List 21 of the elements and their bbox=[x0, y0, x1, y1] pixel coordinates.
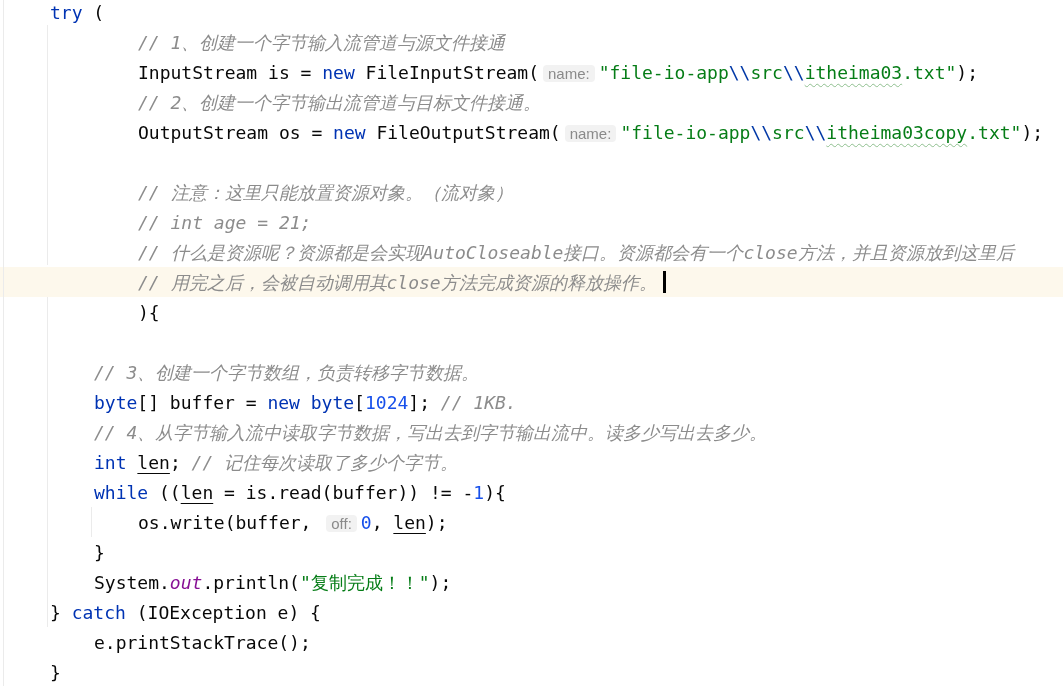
code-line: // 3、创建一个字节数组，负责转移字节数据。 bbox=[94, 360, 480, 385]
code-line: } bbox=[94, 540, 105, 565]
code-line: // 用完之后，会被自动调用其close方法完成资源的释放操作。 bbox=[138, 270, 657, 295]
code-line: } bbox=[50, 660, 61, 685]
code-line: try ( bbox=[50, 0, 105, 25]
code-line: byte[] buffer = new byte[1024]; // 1KB. bbox=[94, 390, 517, 415]
code-line: // 什么是资源呢？资源都是会实现AutoCloseable接口。资源都会有一个close方法，并且资源放到这里后 bbox=[138, 240, 1014, 265]
code-line: // 1、创建一个字节输入流管道与源文件接通 bbox=[138, 30, 506, 55]
code-line: os.write(buffer, off: 0, len); bbox=[138, 510, 448, 535]
code-line: while ((len = is.read(buffer)) != -1){ bbox=[94, 480, 506, 505]
code-line: OutputStream os = new FileOutputStream( name: "file-io-app\\src\\itheima03copy.txt"); bbox=[138, 120, 1044, 145]
code-line: System.out.println("复制完成！！"); bbox=[94, 570, 452, 595]
code-line: // 4、从字节输入流中读取字节数据，写出去到字节输出流中。读多少写出去多少。 bbox=[94, 420, 768, 445]
code-line: e.printStackTrace(); bbox=[94, 630, 311, 655]
code-line: int len; // 记住每次读取了多少个字节。 bbox=[94, 450, 459, 475]
code-line: // 注意：这里只能放置资源对象。（流对象） bbox=[138, 180, 513, 205]
code-line: ){ bbox=[138, 300, 160, 325]
code-line: // 2、创建一个字节输出流管道与目标文件接通。 bbox=[138, 90, 542, 115]
code-line: } catch (IOException e) { bbox=[50, 600, 321, 625]
code-line: // int age = 21; bbox=[138, 210, 312, 235]
code-line: InputStream is = new FileInputStream( name: "file-io-app\\src\\itheima03.txt"); bbox=[138, 60, 979, 85]
